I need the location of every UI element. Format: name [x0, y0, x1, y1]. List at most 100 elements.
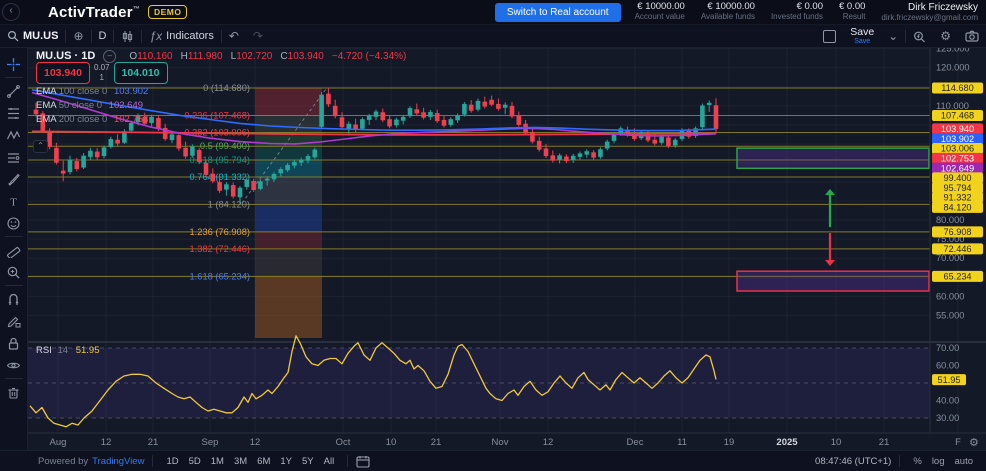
candle: [455, 115, 460, 120]
switch-to-real-button[interactable]: Switch to Real account: [495, 3, 621, 22]
svg-text:51.95: 51.95: [938, 375, 961, 385]
candle: [401, 117, 406, 121]
range-3m[interactable]: 3M: [229, 454, 252, 469]
ema50-params: close 0: [72, 100, 102, 111]
range-6m[interactable]: 6M: [252, 454, 275, 469]
snapshot-button[interactable]: [958, 25, 986, 47]
candle: [333, 106, 338, 116]
emoji-tool[interactable]: [3, 212, 25, 234]
svg-text:102.753: 102.753: [941, 154, 974, 164]
save-layout-button[interactable]: SaveSave: [843, 25, 881, 47]
lock-all-tool[interactable]: [3, 332, 25, 354]
layout-button[interactable]: [816, 25, 843, 47]
candle: [61, 171, 66, 174]
range-1y[interactable]: 1Y: [275, 454, 297, 469]
go-to-date-icon[interactable]: [356, 455, 370, 468]
back-icon[interactable]: ‹: [2, 3, 20, 21]
legend-symbol-interval[interactable]: MU.US · 1D: [36, 50, 95, 62]
zoom-in-tool[interactable]: [3, 261, 25, 283]
indicators-button[interactable]: ƒx Indicators: [142, 25, 220, 47]
interval-button[interactable]: D: [92, 25, 114, 47]
candle: [653, 140, 658, 144]
candlestick-icon: [121, 30, 134, 43]
ema50-legend[interactable]: EMA 50 close 0 102.649: [36, 100, 143, 111]
ema200-legend[interactable]: EMA 200 close 0 102.753: [36, 114, 148, 125]
buy-button[interactable]: 104.010: [114, 62, 168, 84]
alert-button[interactable]: [906, 25, 933, 47]
candle: [149, 117, 154, 123]
log-scale-toggle[interactable]: log: [927, 454, 950, 469]
percent-scale-toggle[interactable]: %: [908, 454, 926, 469]
powered-by-label: Powered by: [38, 456, 88, 467]
text-tool[interactable]: T: [3, 190, 25, 212]
trend-line-tool[interactable]: [3, 80, 25, 102]
svg-text:103.006: 103.006: [941, 144, 974, 154]
undo-button[interactable]: ↶: [222, 25, 246, 47]
ema50-value: 102.649: [109, 100, 143, 111]
candle: [81, 156, 86, 168]
svg-text:55.000: 55.000: [936, 310, 964, 320]
magnet-icon: [6, 292, 21, 307]
legend-collapse-button[interactable]: ⌃: [33, 140, 48, 153]
compare-add-button[interactable]: ⊕: [66, 25, 90, 47]
candle: [585, 151, 590, 154]
symbol-search[interactable]: MU.US: [0, 25, 65, 47]
range-1m[interactable]: 1M: [206, 454, 229, 469]
svg-text:76.908: 76.908: [943, 227, 971, 237]
chart-style-button[interactable]: [114, 25, 141, 47]
candle: [415, 109, 420, 113]
rsi-legend[interactable]: RSI 14 51.95: [36, 345, 99, 356]
ema100-legend[interactable]: EMA 100 close 0 103.902: [36, 86, 148, 97]
ema200-value: 102.753: [114, 114, 148, 125]
range-5d[interactable]: 5D: [184, 454, 206, 469]
candle: [88, 151, 93, 157]
svg-text:Dec: Dec: [627, 437, 644, 448]
drawing-mode-lock-tool[interactable]: [3, 310, 25, 332]
candle: [564, 157, 569, 162]
candle: [170, 134, 175, 140]
price-zone-box-0[interactable]: [737, 148, 929, 168]
candle: [659, 137, 664, 143]
status-bar: Powered by TradingView 1D 5D 1M 3M 6M 1Y…: [0, 450, 986, 471]
candle: [381, 112, 386, 120]
gear-icon: ⚙: [940, 29, 951, 43]
camera-icon: [965, 30, 979, 42]
ema50-name: EMA: [36, 100, 56, 111]
price-zone-box-1[interactable]: [737, 271, 929, 291]
settings-button[interactable]: ⚙: [933, 25, 958, 47]
price-chart[interactable]: 0 (114.680)0.236 (107.468)0.382 (103.006…: [28, 48, 986, 450]
svg-text:125.000: 125.000: [936, 48, 970, 54]
candle: [510, 106, 515, 117]
range-all[interactable]: All: [319, 454, 340, 469]
range-1d[interactable]: 1D: [161, 454, 183, 469]
auto-scale-toggle[interactable]: auto: [950, 454, 979, 469]
ema200-params: close 0: [77, 114, 107, 125]
ruler-icon: [6, 243, 21, 258]
user-menu[interactable]: Dirk Friczewsky dirk.friczewsky@gmail.co…: [881, 2, 978, 23]
range-5y[interactable]: 5Y: [297, 454, 319, 469]
fib-retracement-tool[interactable]: [3, 102, 25, 124]
save-menu-button[interactable]: ⌄: [881, 25, 905, 47]
svg-text:21: 21: [148, 437, 159, 448]
candle: [489, 100, 494, 105]
hide-all-tool[interactable]: [3, 354, 25, 376]
open-value: 110.160: [137, 51, 172, 62]
candle: [211, 174, 216, 182]
sell-button[interactable]: 103.940: [36, 62, 90, 84]
brush-tool[interactable]: [3, 168, 25, 190]
tradingview-link[interactable]: TradingView: [92, 456, 144, 467]
crosshair-tool[interactable]: [3, 53, 25, 75]
pattern-tool[interactable]: [3, 124, 25, 146]
candle: [394, 120, 399, 126]
redo-icon: ↷: [253, 29, 263, 43]
ruler-tool[interactable]: [3, 239, 25, 261]
magnet-tool[interactable]: [3, 288, 25, 310]
time-axis-settings-icon[interactable]: ⚙: [969, 436, 979, 449]
svg-text:114.680: 114.680: [941, 83, 974, 93]
remove-drawings-tool[interactable]: [3, 381, 25, 403]
crosshair-icon: [6, 57, 21, 72]
change-value: −4.720 (−4.34%): [332, 51, 407, 62]
forecast-tool[interactable]: [3, 146, 25, 168]
redo-button[interactable]: ↷: [246, 25, 270, 47]
clock[interactable]: 08:47:46 (UTC+1): [815, 456, 891, 467]
